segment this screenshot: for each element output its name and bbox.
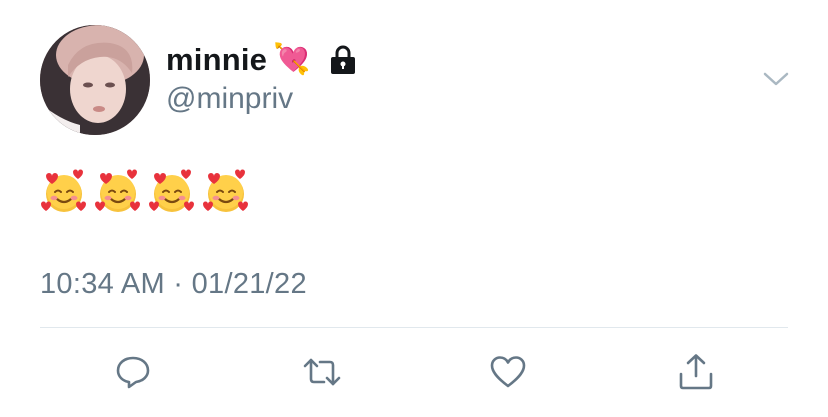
smiling-face-with-hearts-emoji: [41, 169, 86, 212]
retweet-button[interactable]: [296, 346, 348, 398]
smiling-face-with-hearts-emoji: [203, 169, 248, 212]
like-button[interactable]: [482, 346, 534, 398]
avatar-image: [40, 25, 150, 135]
display-name-row: minnie 💘: [166, 40, 358, 80]
chevron-down-icon[interactable]: [762, 68, 790, 90]
lock-icon: [331, 45, 356, 74]
tweet-text: [40, 168, 250, 224]
display-name[interactable]: minnie: [166, 42, 267, 78]
smiling-face-with-hearts-emoji: [95, 169, 140, 212]
heart-arrow-emoji: 💘: [273, 42, 311, 77]
user-handle[interactable]: @minpriv: [166, 82, 293, 116]
reply-icon: [116, 356, 150, 389]
retweet-icon: [303, 358, 341, 386]
reply-button[interactable]: [107, 346, 159, 398]
smiling-face-with-hearts-emoji: [149, 169, 194, 212]
avatar[interactable]: [40, 25, 150, 135]
share-icon: [679, 354, 713, 390]
divider: [40, 327, 788, 328]
share-button[interactable]: [670, 346, 722, 398]
action-bar: [0, 346, 828, 400]
tweet-timestamp[interactable]: 10:34 AM · 01/21/22: [40, 268, 307, 301]
tweet-card: minnie 💘 @minpriv 10:34 AM · 01/21/22: [0, 0, 828, 417]
heart-icon: [490, 356, 526, 388]
